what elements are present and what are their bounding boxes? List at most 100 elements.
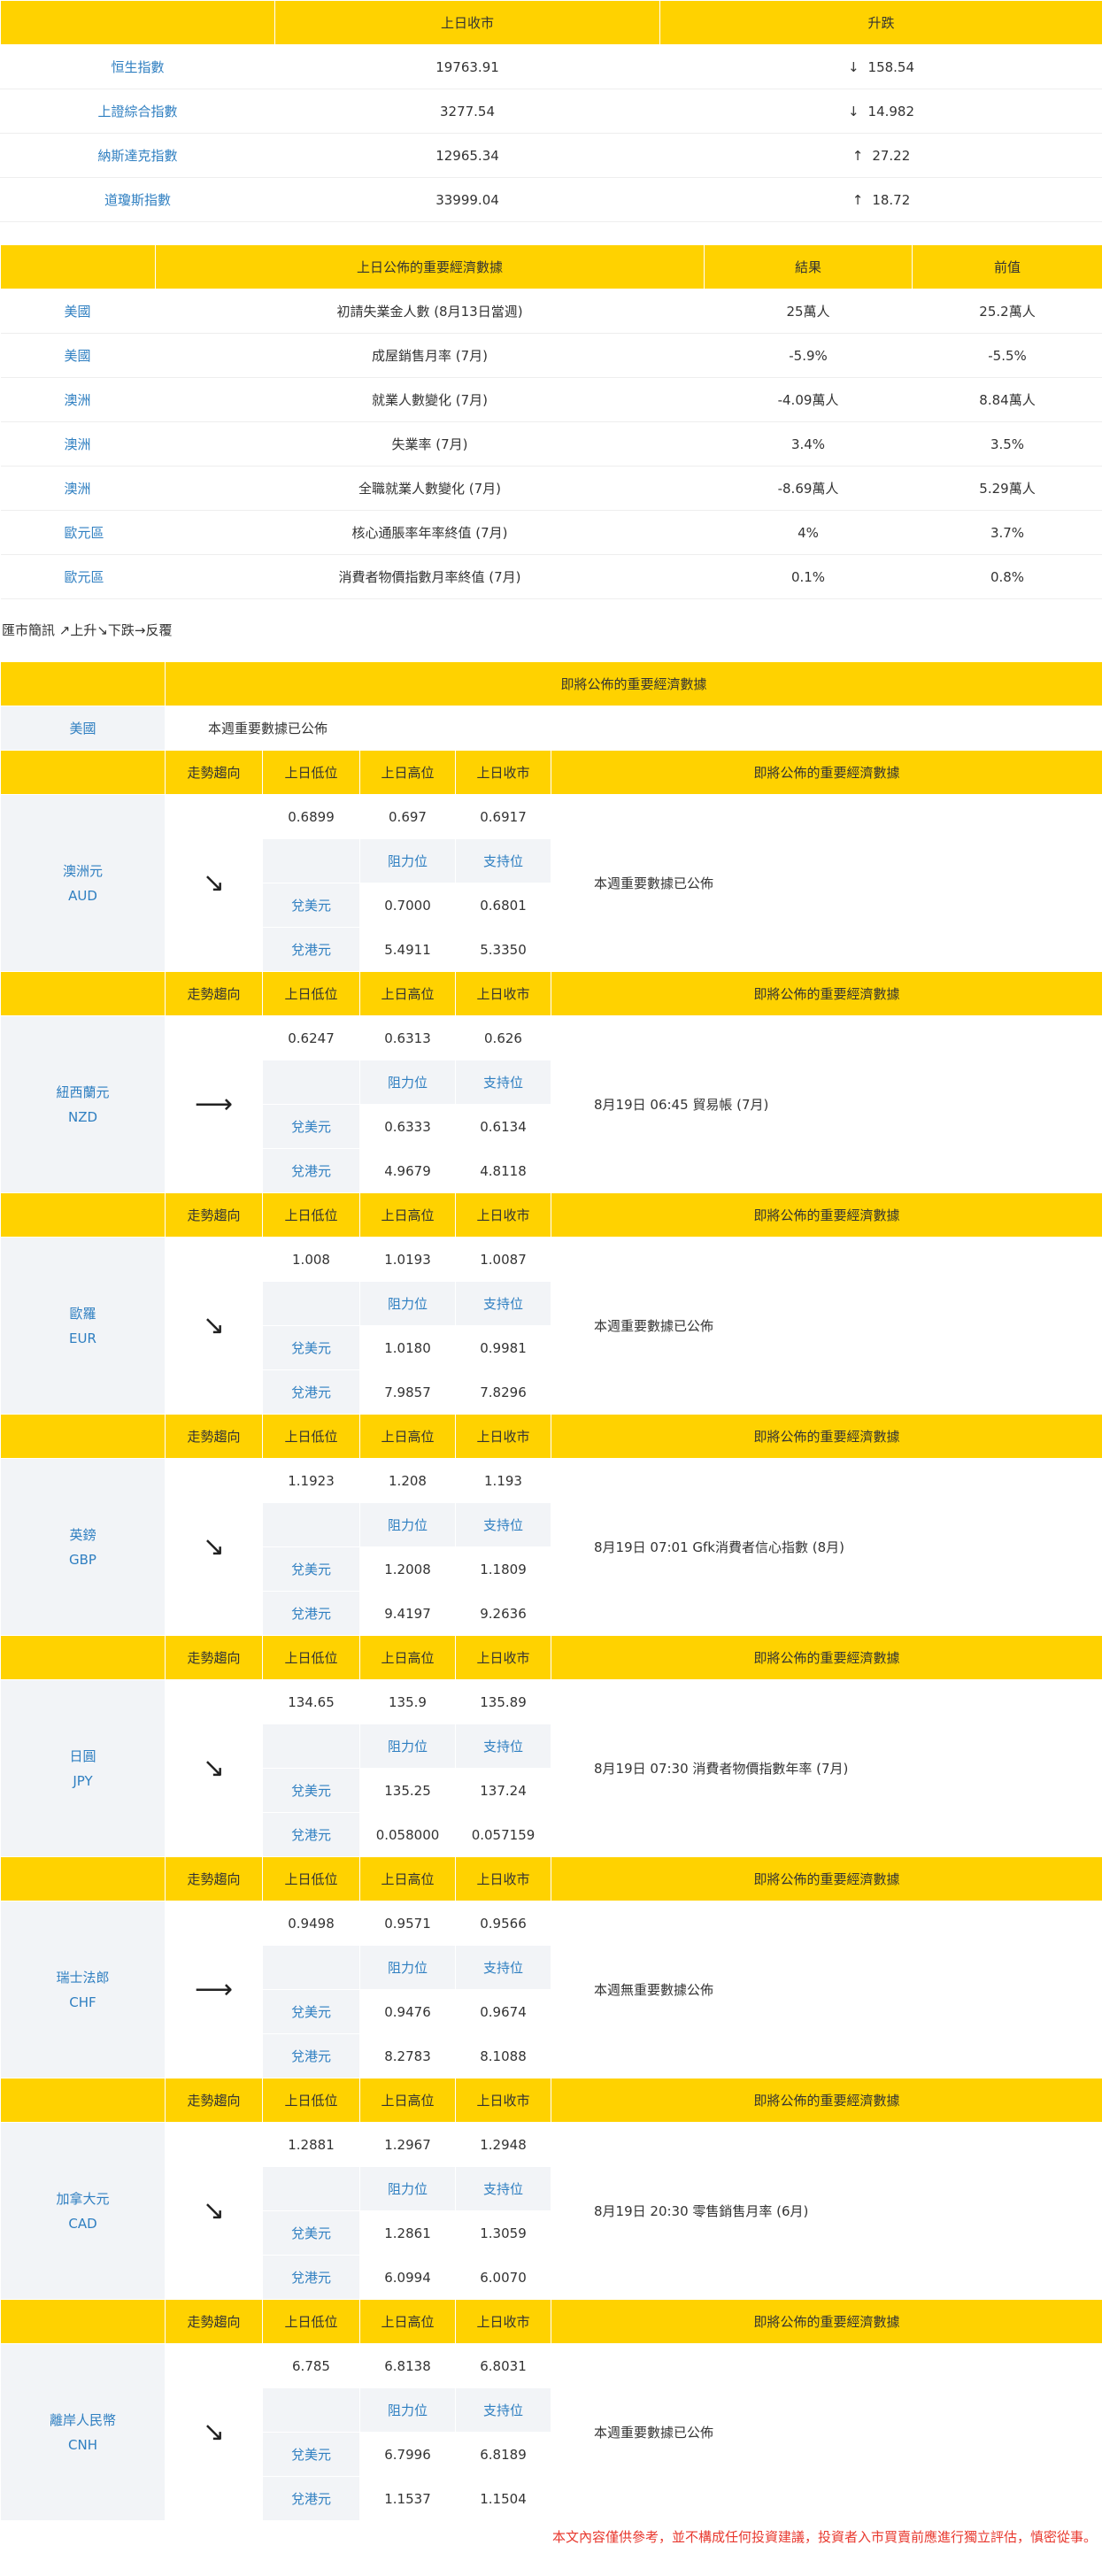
- fx-header-trend: 走勢趨向: [165, 2078, 263, 2123]
- fx-price-row: 瑞士法郎 CHF ⟶ 0.9498 0.9571 0.9566 本週無重要數據公佈: [0, 1901, 1102, 2079]
- fx-price-row: 紐西蘭元 NZD ⟶ 0.6247 0.6313 0.626 8月19日 06:45 貿易帳…: [0, 1015, 1102, 1193]
- econ-region: 歐元區: [0, 510, 156, 555]
- currency-name-zh: 日圓: [69, 1747, 96, 1764]
- fx-header-blank: [0, 750, 166, 795]
- fx-support-label: 支持位: [455, 1945, 551, 1990]
- econ-header-result: 結果: [704, 244, 913, 289]
- econ-item: 初請失業金人數 (8月13日當週): [155, 289, 705, 334]
- fx-resistance-label: 阻力位: [359, 1945, 456, 1990]
- econ-item: 消費者物價指數月率終值 (7月): [155, 554, 705, 599]
- index-change-value: 27.22: [872, 147, 911, 164]
- fx-usd-resistance: 0.9476: [359, 1989, 456, 2034]
- fx-header-low: 上日低位: [262, 1856, 360, 1901]
- fx-hkd-resistance: 8.2783: [359, 2033, 456, 2079]
- fx-header-upcoming: 即將公佈的重要經濟數據: [551, 1635, 1102, 1680]
- fx-low: 6.785: [262, 2343, 360, 2388]
- fx-vs-usd-label: 兌美元: [262, 1104, 360, 1149]
- fx-usd-support: 1.3059: [455, 2210, 551, 2256]
- fx-header-high: 上日高位: [359, 1635, 456, 1680]
- fx-header-close: 上日收市: [455, 1856, 551, 1901]
- econ-row: 歐元區 核心通脹率年率終值 (7月) 4% 3.7%: [0, 510, 1102, 555]
- fx-header-row: 走勢趨向 上日低位 上日高位 上日收市 即將公佈的重要經濟數據: [0, 2078, 1102, 2123]
- indices-header-change: 升跌: [659, 0, 1102, 45]
- fx-level-blank: [262, 1945, 360, 1990]
- fx-close: 135.89: [455, 1679, 551, 1724]
- trend-arrow-icon: ↘: [165, 794, 263, 972]
- fx-support-label: 支持位: [455, 1060, 551, 1105]
- fx-resistance-label: 阻力位: [359, 1502, 456, 1547]
- fx-header-close: 上日收市: [455, 750, 551, 795]
- fx-header-row: 走勢趨向 上日低位 上日高位 上日收市 即將公佈的重要經濟數據: [0, 750, 1102, 795]
- fx-price-row: 英鎊 GBP ↘ 1.1923 1.208 1.193 8月19日 07:01 Gfk消費者…: [0, 1458, 1102, 1636]
- fx-close: 1.0087: [455, 1237, 551, 1282]
- index-change: ↓ 14.982: [659, 89, 1102, 134]
- currency-code: JPY: [73, 1772, 93, 1789]
- fx-price-row: 日圓 JPY ↘ 134.65 135.9 135.89 8月19日 07:30 消費者物價…: [0, 1679, 1102, 1857]
- econ-header-region: [0, 244, 156, 289]
- fx-vs-hkd-label: 兌港元: [262, 2255, 360, 2300]
- index-row: 納斯達克指數 12965.34 ↑ 27.22: [0, 133, 1102, 178]
- econ-item: 失業率 (7月): [155, 421, 705, 467]
- fx-level-blank: [262, 2166, 360, 2211]
- currency-code: GBP: [69, 1551, 96, 1568]
- upcoming-us-text: 本週重要數據已公佈: [165, 706, 1102, 751]
- econ-row: 美國 初請失業金人數 (8月13日當週) 25萬人 25.2萬人: [0, 289, 1102, 334]
- fx-header-trend: 走勢趨向: [165, 750, 263, 795]
- currency-code: EUR: [69, 1330, 96, 1346]
- fx-upcoming-event: 本週重要數據已公佈: [551, 2343, 1102, 2521]
- fx-hkd-resistance: 7.9857: [359, 1369, 456, 1415]
- econ-result: 0.1%: [704, 554, 913, 599]
- index-arrow: ↓: [847, 58, 859, 75]
- fx-usd-resistance: 1.2008: [359, 1546, 456, 1592]
- fx-upcoming-event: 本週重要數據已公佈: [551, 1237, 1102, 1415]
- fx-header-low: 上日低位: [262, 2299, 360, 2344]
- fx-hkd-support: 9.2636: [455, 1591, 551, 1636]
- fx-header-high: 上日高位: [359, 2078, 456, 2123]
- index-arrow: ↑: [852, 191, 864, 208]
- fx-hkd-resistance: 4.9679: [359, 1148, 456, 1193]
- fx-usd-resistance: 6.7996: [359, 2432, 456, 2477]
- fx-usd-support: 0.9981: [455, 1325, 551, 1370]
- fx-header-trend: 走勢趨向: [165, 971, 263, 1016]
- econ-region: 歐元區: [0, 554, 156, 599]
- fx-level-blank: [262, 838, 360, 883]
- econ-region: 美國: [0, 289, 156, 334]
- index-close: 19763.91: [274, 44, 660, 89]
- fx-high: 1.0193: [359, 1237, 456, 1282]
- fx-header-row: 走勢趨向 上日低位 上日高位 上日收市 即將公佈的重要經濟數據: [0, 1192, 1102, 1238]
- econ-row: 美國 成屋銷售月率 (7月) -5.9% -5.5%: [0, 333, 1102, 378]
- fx-vs-hkd-label: 兌港元: [262, 2033, 360, 2079]
- fx-close: 1.193: [455, 1458, 551, 1503]
- fx-header-high: 上日高位: [359, 750, 456, 795]
- fx-vs-usd-label: 兌美元: [262, 2432, 360, 2477]
- index-name: 上證綜合指數: [0, 89, 275, 134]
- trend-arrow-icon: ↘: [165, 2122, 263, 2300]
- econ-prev: -5.5%: [912, 333, 1102, 378]
- fx-hkd-support: 0.057159: [455, 1812, 551, 1857]
- fx-vs-usd-label: 兌美元: [262, 1546, 360, 1592]
- fx-header-close: 上日收市: [455, 1414, 551, 1459]
- index-row: 上證綜合指數 3277.54 ↓ 14.982: [0, 89, 1102, 134]
- fx-header-high: 上日高位: [359, 1192, 456, 1238]
- fx-vs-hkd-label: 兌港元: [262, 1812, 360, 1857]
- econ-result: 25萬人: [704, 289, 913, 334]
- fx-usd-resistance: 0.7000: [359, 883, 456, 928]
- econ-prev: 8.84萬人: [912, 377, 1102, 422]
- fx-usd-support: 0.9674: [455, 1989, 551, 2034]
- fx-price-row: 加拿大元 CAD ↘ 1.2881 1.2967 1.2948 8月19日 20:30 零售…: [0, 2122, 1102, 2300]
- fx-vs-hkd-label: 兌港元: [262, 1369, 360, 1415]
- fx-hkd-support: 1.1504: [455, 2476, 551, 2521]
- currency-name: 英鎊 GBP: [0, 1458, 166, 1636]
- fx-vs-usd-label: 兌美元: [262, 1989, 360, 2034]
- index-close: 12965.34: [274, 133, 660, 178]
- fx-resistance-label: 阻力位: [359, 1281, 456, 1326]
- econ-prev: 25.2萬人: [912, 289, 1102, 334]
- fx-usd-support: 6.8189: [455, 2432, 551, 2477]
- currency-name-zh: 瑞士法郎: [56, 1969, 110, 1986]
- fx-header-close: 上日收市: [455, 2299, 551, 2344]
- index-name: 納斯達克指數: [0, 133, 275, 178]
- fx-table: 即將公佈的重要經濟數據 美國 本週重要數據已公佈 走勢趨向 上日低位 上日高位 上日收…: [0, 661, 1102, 2521]
- fx-header-low: 上日低位: [262, 2078, 360, 2123]
- econ-region: 澳洲: [0, 466, 156, 511]
- fx-header-upcoming: 即將公佈的重要經濟數據: [551, 2299, 1102, 2344]
